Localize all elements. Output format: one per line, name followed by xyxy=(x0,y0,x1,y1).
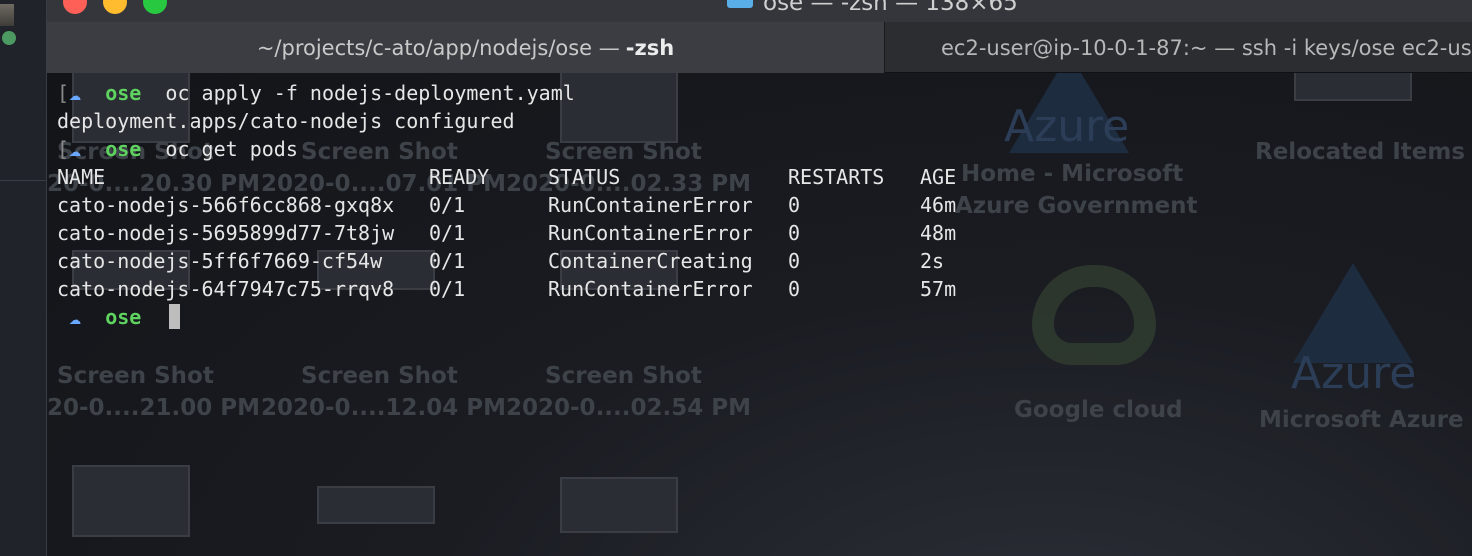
title-bar[interactable]: ose — -zsh — 138×65 xyxy=(47,0,1472,22)
pod-status: RunContainerError xyxy=(548,277,753,301)
terminal-window: ose — -zsh — 138×65 ~/projects/c-ato/app… xyxy=(47,0,1472,556)
header-restarts: RESTARTS xyxy=(788,165,885,189)
minimize-window-button[interactable] xyxy=(103,0,127,14)
prompt-directory: ose xyxy=(105,81,142,105)
pod-restarts: 0 xyxy=(788,277,801,301)
pod-age: 48m xyxy=(920,221,957,245)
pod-status: RunContainerError xyxy=(548,221,753,245)
pod-age: 46m xyxy=(920,193,957,217)
command-line: [☁ ose oc apply -f nodejs-deployment.yam… xyxy=(57,79,1472,107)
screen: ose — -zsh — 138×65 ~/projects/c-ato/app… xyxy=(0,0,1472,556)
screenshot-thumbnail xyxy=(560,477,678,533)
divider xyxy=(0,180,47,181)
pod-ready: 0/1 xyxy=(429,193,466,217)
pod-status: ContainerCreating xyxy=(548,249,753,273)
command-text: oc get pods xyxy=(165,137,298,161)
pod-row: cato-nodejs-566f6cc868-gxq8x 0/1 RunCont… xyxy=(57,191,1472,219)
desktop-item-label: Microsoft Azure xyxy=(1259,407,1464,433)
pod-ready: 0/1 xyxy=(429,249,466,273)
prompt-bracket: [ xyxy=(57,137,70,161)
pod-name: cato-nodejs-5695899d77-7t8jw xyxy=(57,221,395,245)
header-name: NAME xyxy=(57,165,106,189)
azure-logo-text: Azure xyxy=(1291,348,1417,399)
pod-restarts: 0 xyxy=(788,193,801,217)
pod-ready: 0/1 xyxy=(429,221,466,245)
pod-restarts: 0 xyxy=(788,249,801,273)
pod-row: cato-nodejs-5ff6f7669-cf54w 0/1 Containe… xyxy=(57,247,1472,275)
command-text: oc apply -f nodejs-deployment.yaml xyxy=(165,81,575,105)
pod-name: cato-nodejs-5ff6f7669-cf54w xyxy=(57,249,383,273)
maximize-window-button[interactable] xyxy=(143,0,167,14)
pod-age: 57m xyxy=(920,277,957,301)
tab-ssh[interactable]: ec2-user@ip-10-0-1-87:~ — ssh -i keys/os… xyxy=(884,22,1472,73)
current-prompt-line: ☁ ose xyxy=(57,303,1472,331)
folder-icon xyxy=(727,0,753,8)
cloud-icon: ☁ xyxy=(69,305,82,329)
cloud-icon: ☁ xyxy=(69,137,82,161)
desktop-item-label: Google cloud xyxy=(1014,397,1183,423)
pod-status: RunContainerError xyxy=(548,193,753,217)
pod-restarts: 0 xyxy=(788,221,801,245)
screenshot-thumbnail xyxy=(317,486,435,524)
pod-row: cato-nodejs-5695899d77-7t8jw 0/1 RunCont… xyxy=(57,219,1472,247)
pod-name: cato-nodejs-566f6cc868-gxq8x xyxy=(57,193,395,217)
pod-row: cato-nodejs-64f7947c75-rrqv8 0/1 RunCont… xyxy=(57,275,1472,303)
terminal-output[interactable]: [☁ ose oc apply -f nodejs-deployment.yam… xyxy=(47,79,1472,331)
desktop-item-label: 2020-0....12.04 PM xyxy=(261,395,507,421)
background-window-edge xyxy=(0,0,47,556)
tab-ssh-label: ec2-user@ip-10-0-1-87:~ — ssh -i keys/os… xyxy=(941,35,1472,60)
prompt-bracket: [ xyxy=(57,81,70,105)
desktop-item-label: 2020-0....02.54 PM xyxy=(506,395,752,421)
text-cursor[interactable] xyxy=(169,304,181,329)
screenshot-thumbnail xyxy=(72,465,190,537)
header-status: STATUS xyxy=(548,165,621,189)
tab-zsh[interactable]: ~/projects/c-ato/app/nodejs/ose — -zsh xyxy=(47,22,884,73)
background-thumbnail xyxy=(0,4,14,26)
command-line: [☁ ose oc get pods xyxy=(57,135,1472,163)
cloud-icon: ☁ xyxy=(69,81,82,105)
status-dot xyxy=(2,31,16,45)
pod-age: 2s xyxy=(920,249,945,273)
window-title-text: ose — -zsh — 138×65 xyxy=(763,0,1018,16)
pod-ready: 0/1 xyxy=(429,277,466,301)
desktop-item-label: Screen Shot xyxy=(545,363,702,389)
pod-name: cato-nodejs-64f7947c75-rrqv8 xyxy=(57,277,395,301)
tab-zsh-shell: -zsh xyxy=(625,35,675,60)
prompt-directory: ose xyxy=(105,137,142,161)
desktop-item-label: Screen Shot xyxy=(301,363,458,389)
header-ready: READY xyxy=(429,165,490,189)
header-age: AGE xyxy=(920,165,957,189)
pods-table-header: NAME READY STATUS RESTARTS AGE xyxy=(57,163,1472,191)
prompt-directory: ose xyxy=(105,305,142,329)
output-line: deployment.apps/cato-nodejs configured xyxy=(57,109,515,133)
close-window-button[interactable] xyxy=(63,0,87,14)
tab-zsh-label: ~/projects/c-ato/app/nodejs/ose — xyxy=(256,35,620,60)
tab-bar: ~/projects/c-ato/app/nodejs/ose — -zsh e… xyxy=(47,22,1472,73)
window-title: ose — -zsh — 138×65 xyxy=(727,0,1018,16)
